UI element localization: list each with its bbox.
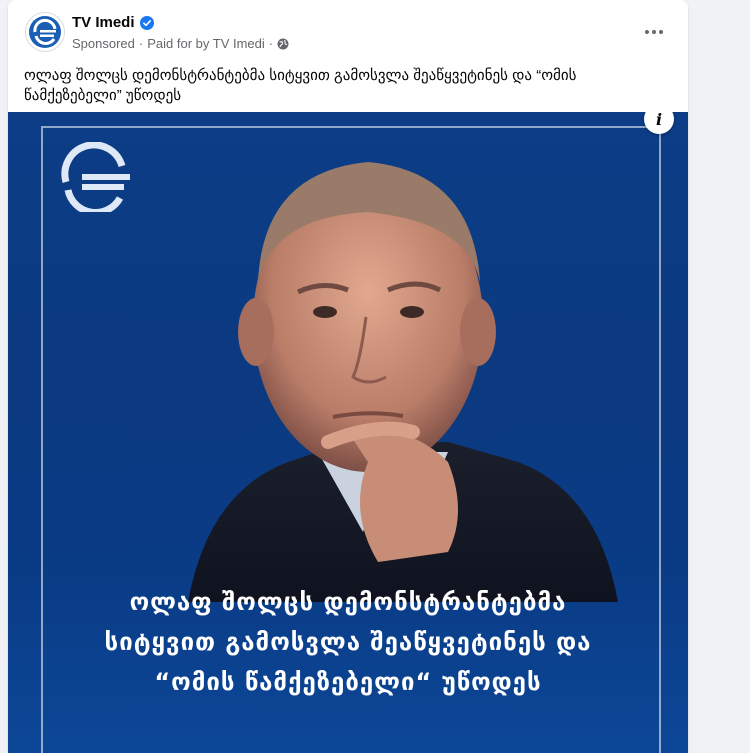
- globe-icon: [277, 38, 289, 49]
- post-image[interactable]: i ოლაფ შოლცს დემონსტრანტებმა სიტყვით გამ…: [8, 112, 688, 753]
- meta-separator: ·: [268, 36, 274, 51]
- headline-line: “ომის წამქეზებელი“ უწოდეს: [154, 668, 542, 696]
- meta-separator: ·: [138, 36, 144, 51]
- image-headline: ოლაფ შოლცს დემონსტრანტებმა სიტყვით გამოს…: [48, 582, 648, 702]
- verified-badge-icon: [139, 15, 154, 30]
- headline-line: სიტყვით გამოსვლა შეაწყვეტინეს და: [104, 628, 592, 656]
- more-options-button[interactable]: [640, 18, 668, 46]
- imedi-logo-icon: [29, 16, 61, 48]
- imedi-watermark-logo: [61, 142, 130, 212]
- sponsored-label[interactable]: Sponsored: [72, 36, 135, 51]
- page-name-label[interactable]: TV Imedi: [72, 14, 135, 31]
- person-photo: [188, 162, 618, 602]
- sponsored-post-card: TV Imedi Sponsored · Paid for by TV Imed…: [8, 0, 688, 753]
- more-horizontal-icon: [645, 30, 649, 34]
- page-name[interactable]: TV Imedi: [72, 14, 154, 31]
- post-meta: Sponsored · Paid for by TV Imedi ·: [72, 36, 289, 51]
- headline-line: ოლაფ შოლცს დემონსტრანტებმა: [129, 588, 567, 616]
- post-caption: ოლაფ შოლცს დემონსტრანტებმა სიტყვით გამოს…: [24, 67, 577, 104]
- paid-for-label: Paid for by TV Imedi: [147, 36, 265, 51]
- post-header: TV Imedi Sponsored · Paid for by TV Imed…: [8, 0, 688, 60]
- page-avatar[interactable]: [25, 12, 65, 52]
